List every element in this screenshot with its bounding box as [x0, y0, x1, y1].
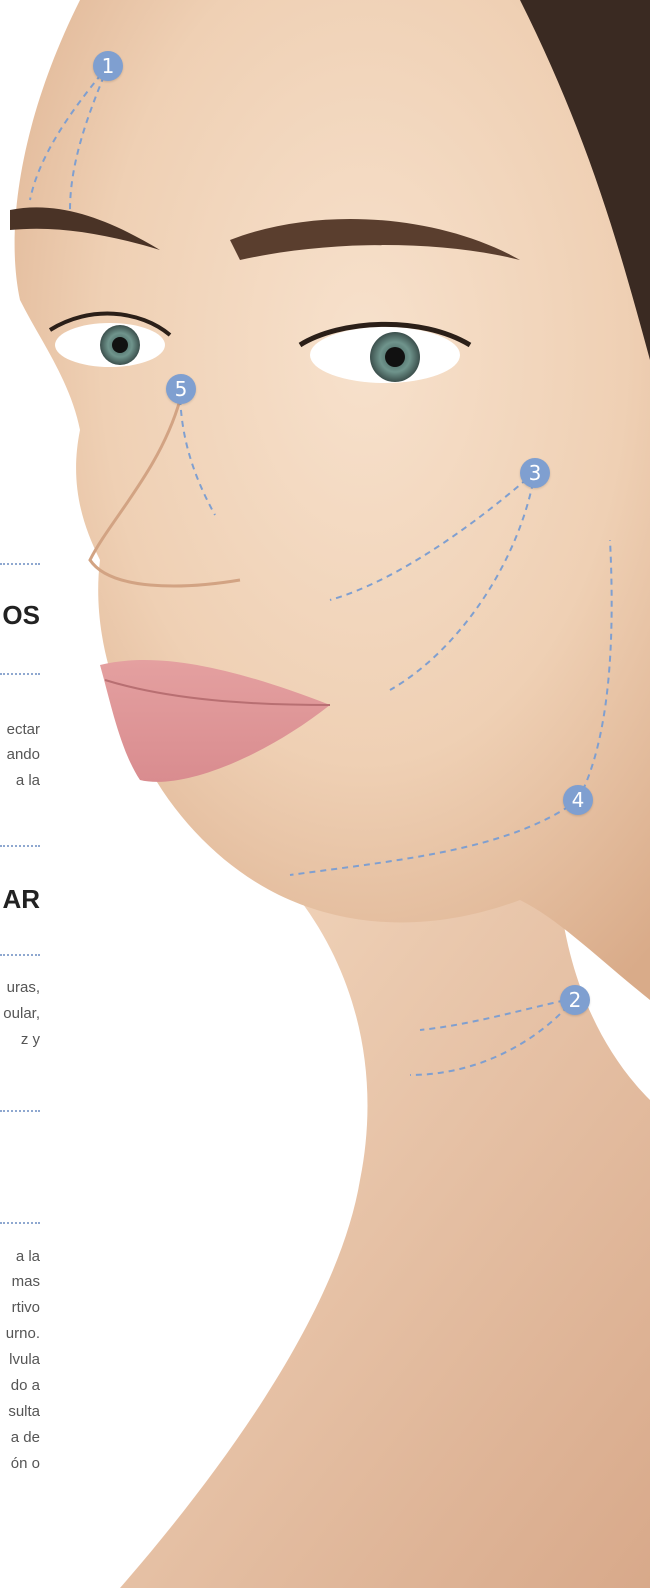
body-text: sulta [8, 1403, 40, 1420]
divider [0, 1222, 40, 1226]
divider [0, 1110, 40, 1114]
body-text: oular, [3, 1005, 40, 1022]
zone-marker-4[interactable]: 4 [563, 785, 593, 815]
treatment-zones-figure: OS ectar ando a la AR uras, oular, z y a… [0, 0, 650, 1588]
divider [0, 845, 40, 849]
body-text: urno. [5, 1325, 40, 1342]
divider [0, 954, 40, 958]
section-heading: AR [2, 884, 40, 914]
body-text: ón o [10, 1455, 40, 1472]
divider [0, 673, 40, 677]
body-text: lvula [9, 1351, 40, 1368]
body-text: a la [15, 1248, 40, 1265]
body-text: z y [20, 1031, 40, 1048]
zone-marker-3[interactable]: 3 [520, 458, 550, 488]
body-text: do a [10, 1377, 40, 1394]
zone-marker-5[interactable]: 5 [166, 374, 196, 404]
section-heading: OS [2, 600, 40, 630]
body-text: ando [6, 746, 40, 763]
zone-marker-2[interactable]: 2 [560, 985, 590, 1015]
body-text: mas [11, 1273, 40, 1290]
body-text: rtivo [11, 1299, 40, 1316]
body-text: ectar [6, 721, 40, 738]
body-text: uras, [6, 979, 40, 996]
zone-marker-1[interactable]: 1 [93, 51, 123, 81]
face-shape [14, 0, 650, 1000]
text-column: OS ectar ando a la AR uras, oular, z y a… [0, 0, 40, 1588]
body-text: a de [10, 1429, 40, 1446]
face-illustration [10, 0, 650, 1588]
divider [0, 563, 40, 567]
body-text: a la [15, 772, 40, 789]
